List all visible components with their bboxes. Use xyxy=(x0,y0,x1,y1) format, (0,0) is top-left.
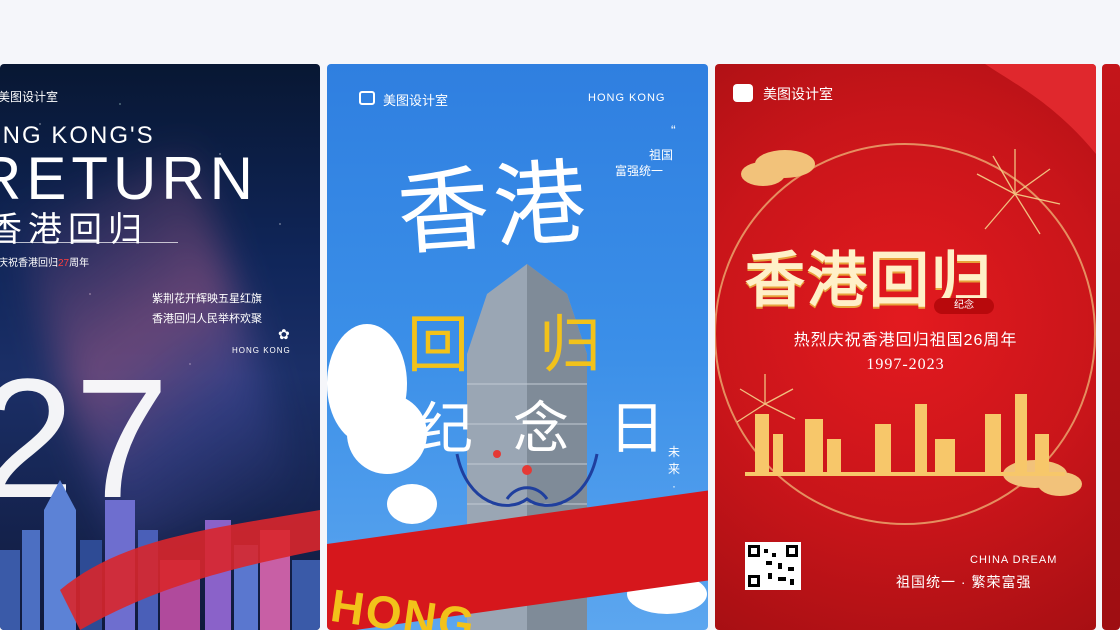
hk-label: HONG KONG xyxy=(588,92,666,104)
chinese-slogan: 祖国统一 · 繁荣富强 xyxy=(896,574,1032,590)
city-skyline-illustration xyxy=(0,480,320,630)
poem-line-2: 香港回归人民举杯欢聚 xyxy=(152,313,262,325)
subtitle-suffix: 周年 xyxy=(69,258,90,269)
quote-mark: “ xyxy=(671,122,676,138)
poster-card-partial[interactable] xyxy=(1102,64,1120,630)
cloud xyxy=(347,394,427,474)
subtitle-prefix: 庆祝香港回归 xyxy=(0,258,58,269)
hk-label: HONG KONG xyxy=(232,346,291,355)
qr-code-icon xyxy=(745,542,801,590)
title-underline xyxy=(0,242,178,243)
brand-logo-icon xyxy=(733,84,753,102)
poster-card-hk-return-red[interactable]: 美图设计室 香港回归 纪念 热烈庆祝香港回归祖国26周年 1997-2023 C… xyxy=(715,64,1096,630)
english-slogan: CHINA DREAM xyxy=(970,554,1058,566)
brand-label: 美图设计室 xyxy=(763,86,833,102)
brand-logo-icon xyxy=(359,91,375,105)
poem-line-1: 紫荆花开辉映五星红旗 xyxy=(152,293,262,305)
quote-line-2: 富强统一 xyxy=(615,164,664,178)
quote-line-1: 祖国 xyxy=(649,148,674,162)
poster-card-hk-return-sky[interactable]: 美图设计室 HONG KONG “ 祖国 富强统一 香港 回归 纪念日 未来·一… xyxy=(327,64,708,630)
calligraphy-title: 香港 xyxy=(394,148,594,269)
cloud xyxy=(387,484,437,524)
poster-title-cn: 香港回归 xyxy=(0,211,148,249)
poster-card-hk-return-night[interactable]: 美图设计室 ONG KONG'S RETURN 香港回归 庆祝香港回归27周年 … xyxy=(0,64,320,630)
bauhinia-icon: ✿ xyxy=(278,326,290,342)
subtitle-number: 27 xyxy=(58,258,70,269)
poster-subtitle: 庆祝香港回归27周年 xyxy=(0,254,89,269)
memorial-badge: 纪念 xyxy=(934,298,994,314)
poster-subtitle: 热烈庆祝香港回归祖国26周年 xyxy=(793,332,1018,349)
brand-label: 美图设计室 xyxy=(0,90,59,104)
years-label: 1997-2023 xyxy=(866,356,945,373)
calligraphy-mid: 回归 xyxy=(407,308,672,381)
brand-label: 美图设计室 xyxy=(383,93,449,108)
